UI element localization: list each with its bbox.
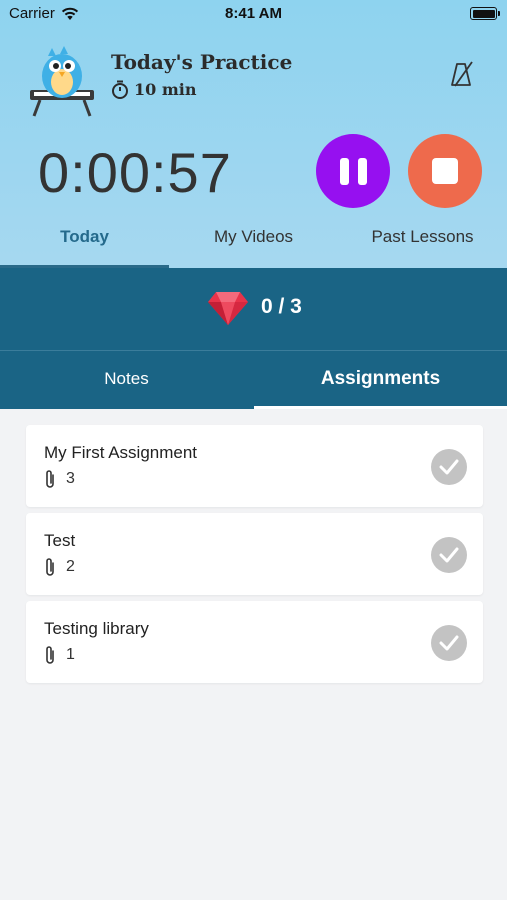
status-bar: Carrier 8:41 AM xyxy=(0,0,507,28)
paperclip-icon xyxy=(46,646,54,664)
assignment-item[interactable]: Testing library 1 xyxy=(26,601,483,683)
stop-icon xyxy=(432,158,458,184)
metronome-icon[interactable] xyxy=(448,60,474,88)
tab-my-videos[interactable]: My Videos xyxy=(169,222,338,268)
ruby-gem-icon xyxy=(208,292,248,325)
duration-label: 10 min xyxy=(134,80,197,99)
battery-icon xyxy=(470,7,500,20)
main-tabs: Today My Videos Past Lessons xyxy=(0,222,507,268)
gem-progress-bar: 0 / 3 xyxy=(0,268,507,350)
checkmark-icon[interactable] xyxy=(431,449,467,485)
assignment-item[interactable]: Test 2 xyxy=(26,513,483,595)
stop-button[interactable] xyxy=(408,134,482,208)
attachment-count: 3 xyxy=(44,469,75,489)
content-tabs: Notes Assignments xyxy=(0,350,507,409)
tab-past-lessons[interactable]: Past Lessons xyxy=(338,222,507,268)
pause-icon xyxy=(339,157,349,185)
status-time: 8:41 AM xyxy=(225,5,282,22)
stopwatch-icon xyxy=(112,80,128,99)
tab-notes[interactable]: Notes xyxy=(0,351,253,409)
assignment-title: Testing library xyxy=(44,619,149,638)
paperclip-icon xyxy=(46,470,54,488)
assignment-title: Test xyxy=(44,531,76,550)
attachment-number: 1 xyxy=(66,646,75,663)
attachment-count: 1 xyxy=(44,645,75,665)
elapsed-timer: 0:00:57 xyxy=(38,141,232,204)
assignment-list: My First Assignment 3 Test 2 Testing lib… xyxy=(26,425,483,689)
tab-today[interactable]: Today xyxy=(0,222,169,268)
practice-header-panel: Carrier 8:41 AM Today's Practice 10 min … xyxy=(0,0,507,268)
practice-title: Today's Practice xyxy=(111,50,293,74)
gem-count: 0 / 3 xyxy=(261,295,302,318)
assignment-item[interactable]: My First Assignment 3 xyxy=(26,425,483,507)
attachment-number: 3 xyxy=(66,470,75,487)
bird-mascot-icon xyxy=(30,46,94,117)
attachment-count: 2 xyxy=(44,557,75,577)
pause-button[interactable] xyxy=(316,134,390,208)
paperclip-icon xyxy=(46,558,54,576)
assignment-title: My First Assignment xyxy=(44,443,198,462)
checkmark-icon[interactable] xyxy=(431,625,467,661)
practice-duration: 10 min xyxy=(111,80,196,99)
practice-info: Today's Practice 10 min xyxy=(0,40,507,120)
checkmark-icon[interactable] xyxy=(431,537,467,573)
tab-assignments[interactable]: Assignments xyxy=(254,351,507,409)
attachment-number: 2 xyxy=(66,558,75,575)
